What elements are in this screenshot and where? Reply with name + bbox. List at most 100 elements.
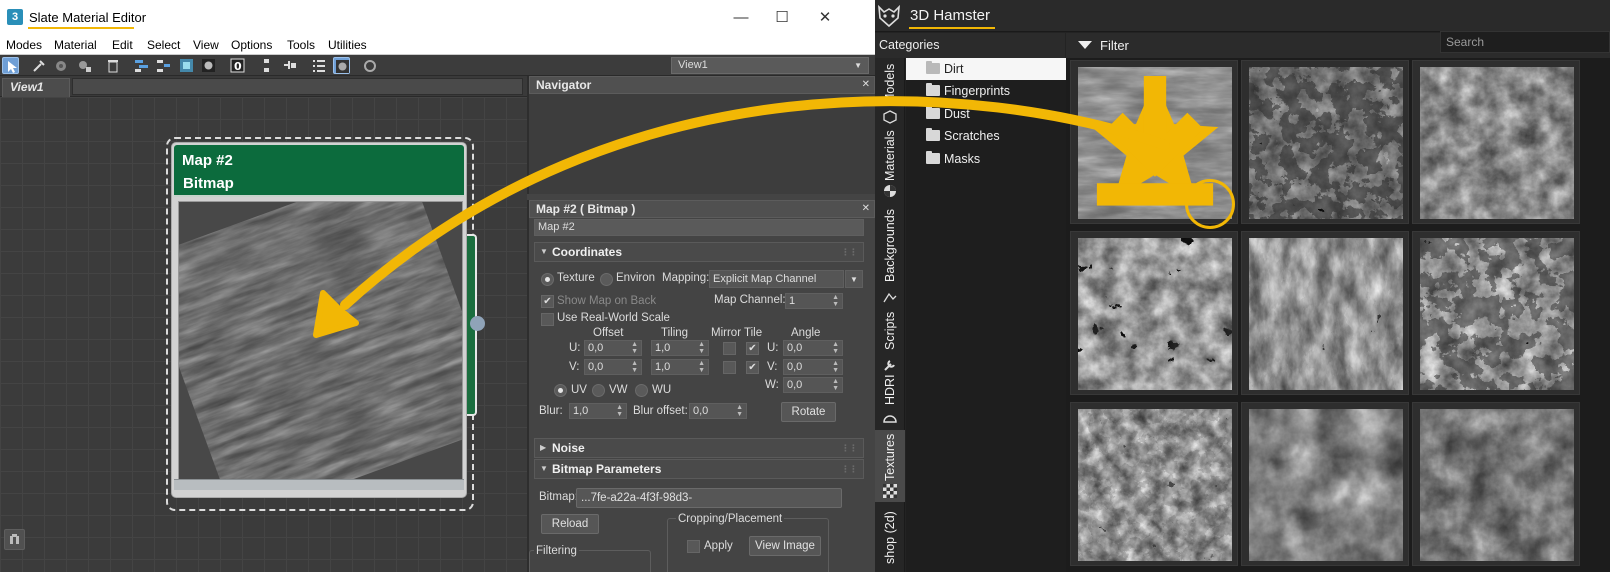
vw-radio[interactable] xyxy=(592,384,605,397)
angle-column-header: Angle xyxy=(791,327,821,339)
view-image-button[interactable]: View Image xyxy=(749,536,821,556)
environ-radio[interactable] xyxy=(600,273,613,286)
mapping-dropdown[interactable]: Explicit Map Channel xyxy=(709,270,844,288)
tab-textures[interactable]: Textures xyxy=(875,430,905,502)
v-label: V: xyxy=(569,361,580,373)
angle-v-spinner[interactable]: 0,0 ▲ ▼ xyxy=(783,359,843,375)
texture-tile[interactable] xyxy=(1070,402,1238,566)
folder-fingerprints[interactable]: Fingerprints xyxy=(906,80,1066,102)
put-material-icon[interactable] xyxy=(53,57,70,74)
tab-hdri[interactable]: HDRI xyxy=(875,372,905,428)
folder-masks[interactable]: Masks xyxy=(906,148,1066,170)
eyedropper-icon[interactable] xyxy=(30,57,47,74)
offset-v-spinner[interactable]: 0,0 ▲ ▼ xyxy=(584,359,642,375)
tab-models[interactable]: Models xyxy=(875,58,905,128)
uv-radio[interactable] xyxy=(554,384,567,397)
texture-tile[interactable] xyxy=(1412,231,1580,395)
menu-select[interactable]: Select xyxy=(147,38,180,52)
tile-u-checkbox[interactable]: ✔ xyxy=(746,342,759,355)
map-channel-value: 1 xyxy=(789,295,796,307)
close-icon[interactable]: ✕ xyxy=(862,201,870,217)
folder-scratches[interactable]: Scratches xyxy=(906,125,1066,147)
blur-spinner[interactable]: 1,0 ▲ ▼ xyxy=(569,403,627,419)
background-icon[interactable] xyxy=(333,57,350,74)
layout-icon[interactable] xyxy=(155,57,172,74)
menu-view[interactable]: View xyxy=(193,38,219,52)
maximize-icon[interactable]: ☐ xyxy=(767,6,797,30)
download-icon[interactable] xyxy=(1078,67,1232,219)
map-channel-spinner[interactable]: 1 ▲ ▼ xyxy=(785,293,843,309)
search-input[interactable]: Search xyxy=(1440,31,1610,53)
texture-tile[interactable] xyxy=(1412,60,1580,224)
rotate-button[interactable]: Rotate xyxy=(781,402,836,422)
tab-shop-2d[interactable]: shop (2d) xyxy=(875,506,905,572)
node-output-socket[interactable] xyxy=(470,316,485,331)
angle-u-spinner[interactable]: 0,0 ▲ ▼ xyxy=(783,340,843,356)
select-tool-icon[interactable] xyxy=(2,57,19,74)
texture-tile[interactable] xyxy=(1241,60,1409,224)
layout-corner-icon[interactable] xyxy=(4,529,25,550)
menu-options[interactable]: Options xyxy=(231,38,272,52)
go-sibling-icon[interactable] xyxy=(281,57,298,74)
checker-bg-icon[interactable] xyxy=(200,57,217,74)
close-icon[interactable]: ✕ xyxy=(810,6,840,30)
mirror-u-checkbox[interactable] xyxy=(723,342,736,355)
texture-tile[interactable] xyxy=(1412,402,1580,566)
menu-utilities[interactable]: Utilities xyxy=(328,38,367,52)
blur-value: 1,0 xyxy=(573,405,589,417)
chevron-down-icon[interactable]: ▼ xyxy=(845,270,863,288)
tab-materials[interactable]: Materials xyxy=(875,130,905,200)
show-map-on-back-checkbox[interactable]: ✔ xyxy=(541,295,554,308)
tab-backgrounds[interactable]: Backgrounds xyxy=(875,206,905,306)
filter-toggle-icon[interactable] xyxy=(1078,41,1092,49)
folder-dust[interactable]: Dust xyxy=(906,103,1066,125)
apply-checkbox[interactable] xyxy=(687,540,700,553)
noise-rollout[interactable]: ▶ Noise ⋮⋮ xyxy=(534,438,864,458)
tiling-u-spinner[interactable]: 1,0 ▲ ▼ xyxy=(651,340,709,356)
menu-edit[interactable]: Edit xyxy=(112,38,133,52)
go-parent-icon[interactable] xyxy=(258,57,275,74)
texture-tile[interactable] xyxy=(1241,402,1409,566)
bitmap-node[interactable]: Map #2 Bitmap xyxy=(166,137,485,511)
list-icon[interactable] xyxy=(310,57,327,74)
title-bar: 3 Slate Material Editor — ☐ ✕ xyxy=(0,0,875,36)
view-dropdown[interactable]: View1 ▼ xyxy=(671,57,869,74)
assign-material-icon[interactable] xyxy=(76,57,93,74)
texture-tile[interactable] xyxy=(1241,231,1409,395)
angle-w-spinner[interactable]: 0,0 ▲ ▼ xyxy=(783,377,843,393)
texture-label: Texture xyxy=(557,272,595,284)
minimize-icon[interactable]: — xyxy=(726,6,756,30)
drag-handle-icon: ⋮⋮ xyxy=(841,443,858,453)
texture-radio[interactable] xyxy=(541,273,554,286)
tab-view1[interactable]: View1 xyxy=(2,78,70,97)
coordinates-rollout[interactable]: ▼ Coordinates ⋮⋮ xyxy=(534,242,864,262)
close-icon[interactable]: ✕ xyxy=(862,77,870,93)
bitmap-path-button[interactable]: ...7fe-a22a-4f3f-98d3-99552cb6bf80\Asset… xyxy=(576,488,842,508)
checker-icon xyxy=(883,484,897,498)
node-graph-view[interactable]: Map #2 Bitmap xyxy=(0,97,527,572)
menu-material[interactable]: Material xyxy=(54,38,97,52)
options-icon[interactable] xyxy=(362,57,379,74)
folder-dirt[interactable]: Dirt xyxy=(906,58,1066,80)
properties-header: Map #2 ( Bitmap ) ✕ xyxy=(529,200,875,218)
texture-tile[interactable] xyxy=(1070,60,1238,229)
tiling-v-spinner[interactable]: 1,0 ▲ ▼ xyxy=(651,359,709,375)
delete-icon[interactable] xyxy=(104,57,121,74)
move-children-icon[interactable] xyxy=(133,57,150,74)
hamster-logo-icon xyxy=(878,4,900,28)
menu-tools[interactable]: Tools xyxy=(287,38,315,52)
texture-tile[interactable] xyxy=(1070,231,1238,395)
offset-u-spinner[interactable]: 0,0 ▲ ▼ xyxy=(584,340,642,356)
tile-v-checkbox[interactable]: ✔ xyxy=(746,361,759,374)
reload-button[interactable]: Reload xyxy=(541,514,599,534)
wu-radio[interactable] xyxy=(635,384,648,397)
bitmap-parameters-rollout[interactable]: ▼ Bitmap Parameters ⋮⋮ xyxy=(534,459,864,479)
real-world-scale-checkbox[interactable] xyxy=(541,313,554,326)
show-map-icon[interactable] xyxy=(178,57,195,74)
blur-offset-spinner[interactable]: 0,0 ▲ ▼ xyxy=(689,403,747,419)
menu-modes[interactable]: Modes xyxy=(6,38,42,52)
tab-scripts[interactable]: Scripts xyxy=(875,308,905,378)
material-id-icon[interactable]: 0 xyxy=(229,57,246,74)
mirror-v-checkbox[interactable] xyxy=(723,361,736,374)
map-name-field[interactable]: Map #2 xyxy=(534,219,864,236)
